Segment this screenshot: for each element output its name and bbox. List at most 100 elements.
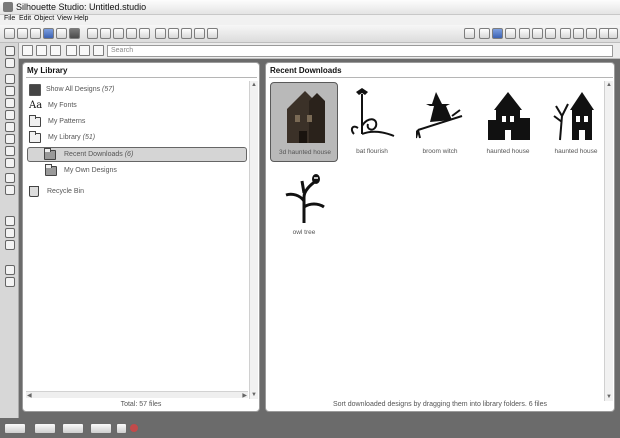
line-style-icon[interactable] <box>519 28 530 39</box>
zoom-select-icon[interactable] <box>181 28 192 39</box>
tree-item-show-all[interactable]: Show All Designs (57) <box>29 82 115 97</box>
redo-icon[interactable] <box>139 28 150 39</box>
scroll-up-icon[interactable]: ▲ <box>605 81 613 89</box>
delete-icon[interactable] <box>79 45 90 56</box>
menu-help[interactable]: Help <box>74 15 88 22</box>
window-title: Silhouette Studio: Untitled.studio <box>16 2 147 12</box>
tree-item-recent-downloads[interactable]: Recent Downloads (6) <box>27 147 247 162</box>
design-thumb[interactable]: 3d haunted house <box>270 82 338 162</box>
menu-file[interactable]: File <box>4 15 15 22</box>
user-icon[interactable] <box>93 45 104 56</box>
ungroup-icon[interactable] <box>62 423 84 434</box>
design-thumb[interactable]: owl tree <box>270 163 338 243</box>
group-icon[interactable] <box>34 423 56 434</box>
new-icon[interactable] <box>4 28 15 39</box>
design-thumb[interactable]: haunted house <box>542 82 610 162</box>
design-label: haunted house <box>554 148 598 155</box>
page-tab-icon[interactable] <box>4 423 26 434</box>
line-tool-icon[interactable] <box>5 74 15 84</box>
show-all-icon <box>29 83 41 96</box>
design-thumb[interactable]: broom witch <box>406 82 474 162</box>
text-tool-icon[interactable] <box>5 158 15 168</box>
fill-color-icon[interactable] <box>492 28 503 39</box>
design-label: 3d haunted house <box>278 149 332 156</box>
rotate-icon[interactable] <box>586 28 597 39</box>
scroll-down-icon[interactable]: ▼ <box>250 391 258 399</box>
compound-icon[interactable] <box>90 423 112 434</box>
folder-icon <box>44 147 56 160</box>
library-title: My Library <box>27 66 68 75</box>
line-width-icon[interactable] <box>532 28 543 39</box>
save-as-icon[interactable] <box>43 28 54 39</box>
library-toolbar: Search ✕ <box>19 43 620 59</box>
layers-icon[interactable] <box>5 265 15 275</box>
design-thumb[interactable]: bat flourish <box>338 82 406 162</box>
cut-settings-icon[interactable] <box>464 28 475 39</box>
divider <box>26 77 257 78</box>
grid-icon[interactable] <box>505 28 516 39</box>
fit-page-icon[interactable] <box>207 28 218 39</box>
font-icon: Aa <box>29 100 43 111</box>
scroll-right-icon[interactable]: ▶ <box>242 392 247 399</box>
copy-icon[interactable] <box>100 28 111 39</box>
tree-item-recycle-bin[interactable]: Recycle Bin <box>29 184 84 199</box>
recycle-bin-icon <box>29 186 39 197</box>
print-icon[interactable] <box>69 28 80 39</box>
scroll-left-icon[interactable]: ◀ <box>27 392 32 399</box>
view-library-icon[interactable] <box>5 228 15 238</box>
library-icon[interactable] <box>56 28 67 39</box>
zoom-out-icon[interactable] <box>168 28 179 39</box>
registration-icon[interactable] <box>5 277 15 287</box>
library-scrollbar[interactable]: ▲ ▼ <box>249 81 258 399</box>
app-icon <box>3 2 13 12</box>
new-folder-icon[interactable] <box>66 45 77 56</box>
view-store-icon[interactable] <box>5 240 15 250</box>
pen-tool-icon[interactable] <box>5 146 15 156</box>
scroll-up-icon[interactable]: ▲ <box>250 81 258 89</box>
downloads-scrollbar[interactable]: ▲ ▼ <box>604 81 613 401</box>
thumbnail-view-icon[interactable] <box>36 45 47 56</box>
tree-item-my-patterns[interactable]: My Patterns <box>29 114 85 129</box>
downloads-panel: Recent Downloads 3d haunted house bat fl… <box>265 62 615 412</box>
design-thumb[interactable]: haunted house <box>474 82 542 162</box>
menu-edit[interactable]: Edit <box>19 15 31 22</box>
tree-item-my-fonts[interactable]: Aa My Fonts <box>29 98 77 113</box>
polygon-tool-icon[interactable] <box>5 122 15 132</box>
my-own-designs-label: My Own Designs <box>64 167 117 174</box>
trace-icon[interactable] <box>608 28 618 39</box>
weld-icon[interactable] <box>116 423 127 434</box>
knife-tool-icon[interactable] <box>5 185 15 195</box>
undo-icon[interactable] <box>126 28 137 39</box>
downloads-footer: Sort downloaded designs by dragging them… <box>332 401 547 408</box>
library-hscrollbar[interactable]: ◀ ▶ <box>26 391 248 399</box>
line-color-icon[interactable] <box>479 28 490 39</box>
save-icon[interactable] <box>30 28 41 39</box>
search-input[interactable]: Search <box>107 45 613 57</box>
tree-item-my-library[interactable]: My Library (51) <box>29 130 95 145</box>
menu-view[interactable]: View <box>57 15 72 22</box>
open-icon[interactable] <box>17 28 28 39</box>
tree-item-my-own-designs[interactable]: My Own Designs <box>45 163 117 178</box>
paste-icon[interactable] <box>113 28 124 39</box>
point-edit-icon[interactable] <box>5 58 15 68</box>
list-view-icon[interactable] <box>50 45 61 56</box>
align-icon[interactable] <box>545 28 556 39</box>
eraser-tool-icon[interactable] <box>5 173 15 183</box>
view-page-icon[interactable] <box>5 216 15 226</box>
curve-tool-icon[interactable] <box>5 134 15 144</box>
scroll-down-icon[interactable]: ▼ <box>605 393 613 401</box>
menu-object[interactable]: Object <box>34 15 54 22</box>
ellipse-tool-icon[interactable] <box>5 110 15 120</box>
cut-icon[interactable] <box>87 28 98 39</box>
rectangle-tool-icon[interactable] <box>5 86 15 96</box>
transform-icon[interactable] <box>573 28 584 39</box>
select-tool-icon[interactable] <box>5 46 15 56</box>
text-style-icon[interactable] <box>560 28 571 39</box>
rounded-rect-icon[interactable] <box>5 98 15 108</box>
my-library-label: My Library <box>48 134 81 141</box>
main-toolbar <box>0 25 620 43</box>
zoom-in-icon[interactable] <box>155 28 166 39</box>
pan-icon[interactable] <box>194 28 205 39</box>
grid-view-icon[interactable] <box>22 45 33 56</box>
stop-icon[interactable] <box>129 423 139 433</box>
